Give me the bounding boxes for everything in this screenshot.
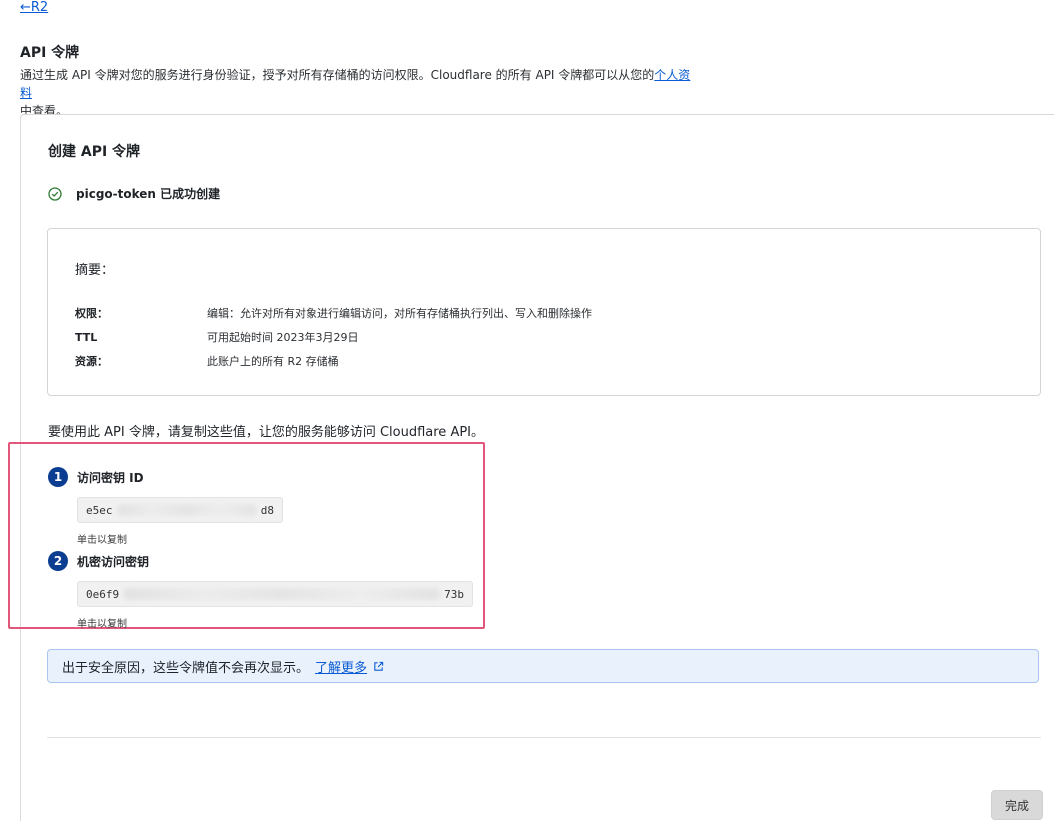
- create-token-card: 创建 API 令牌 picgo-token 已成功创建 摘要： 权限： 编辑：允…: [8, 114, 1054, 821]
- key-suffix: 73b: [444, 587, 464, 601]
- access-key-id-label: 访问密钥 ID: [77, 470, 144, 485]
- check-circle-icon: [48, 186, 62, 201]
- summary-key: TTL: [75, 330, 98, 344]
- description-text: 通过生成 API 令牌对您的服务进行身份验证，授予对所有存储桶的访问权限。Clo…: [20, 68, 655, 82]
- banner-text: 出于安全原因，这些令牌值不会再次显示。: [62, 660, 310, 676]
- page-description: 通过生成 API 令牌对您的服务进行身份验证，授予对所有存储桶的访问权限。Clo…: [20, 66, 700, 120]
- key-suffix: d8: [260, 503, 274, 517]
- summary-table: 权限： 编辑：允许对所有对象进行编辑访问，对所有存储桶执行列出、写入和删除操作 …: [75, 301, 592, 373]
- copy-hint: 单击以复制: [77, 619, 127, 630]
- summary-key: 资源：: [75, 355, 108, 368]
- summary-value: 此账户上的所有 R2 存储桶: [207, 355, 339, 368]
- step-number-badge: 1: [48, 467, 68, 487]
- page-title: API 令牌: [20, 45, 80, 61]
- external-link-icon[interactable]: [373, 661, 384, 672]
- summary-row: 资源： 此账户上的所有 R2 存储桶: [75, 349, 592, 373]
- access-key-id-section: 1 访问密钥 ID e5ec d8 单击以复制: [48, 467, 283, 546]
- done-button[interactable]: 完成: [991, 790, 1043, 820]
- summary-row: TTL 可用起始时间 2023年3月29日: [75, 325, 592, 349]
- summary-value: 可用起始时间 2023年3月29日: [207, 331, 359, 344]
- security-info-banner: 出于安全原因，这些令牌值不会再次显示。 了解更多: [47, 649, 1039, 683]
- summary-row: 权限： 编辑：允许对所有对象进行编辑访问，对所有存储桶执行列出、写入和删除操作: [75, 301, 592, 325]
- divider: [47, 737, 1041, 738]
- usage-instruction: 要使用此 API 令牌，请复制这些值，让您的服务能够访问 Cloudflare …: [48, 425, 485, 440]
- summary-value: 编辑：允许对所有对象进行编辑访问，对所有存储桶执行列出、写入和删除操作: [207, 307, 592, 320]
- page: ←R2 API 令牌 通过生成 API 令牌对您的服务进行身份验证，授予对所有存…: [0, 0, 1054, 821]
- key-prefix: 0e6f9: [86, 587, 120, 601]
- redacted-blur: [123, 588, 441, 600]
- redacted-blur: [116, 504, 257, 516]
- step-number-badge: 2: [48, 551, 68, 571]
- summary-box: 摘要： 权限： 编辑：允许对所有对象进行编辑访问，对所有存储桶执行列出、写入和删…: [47, 228, 1041, 396]
- secret-access-key-field[interactable]: 0e6f9 73b: [77, 581, 473, 607]
- success-message: picgo-token 已成功创建: [48, 185, 220, 202]
- back-to-r2-link[interactable]: ←R2: [20, 0, 48, 15]
- card-title: 创建 API 令牌: [48, 144, 141, 160]
- success-text: picgo-token 已成功创建: [76, 187, 221, 201]
- secret-access-key-section: 2 机密访问密钥 0e6f9 73b 单击以复制: [48, 551, 473, 630]
- copy-hint: 单击以复制: [77, 535, 127, 546]
- learn-more-link[interactable]: 了解更多: [315, 657, 367, 676]
- access-key-id-field[interactable]: e5ec d8: [77, 497, 283, 523]
- summary-key: 权限：: [75, 307, 108, 320]
- key-prefix: e5ec: [86, 503, 113, 517]
- secret-access-key-label: 机密访问密钥: [77, 554, 150, 569]
- summary-heading: 摘要：: [75, 263, 115, 278]
